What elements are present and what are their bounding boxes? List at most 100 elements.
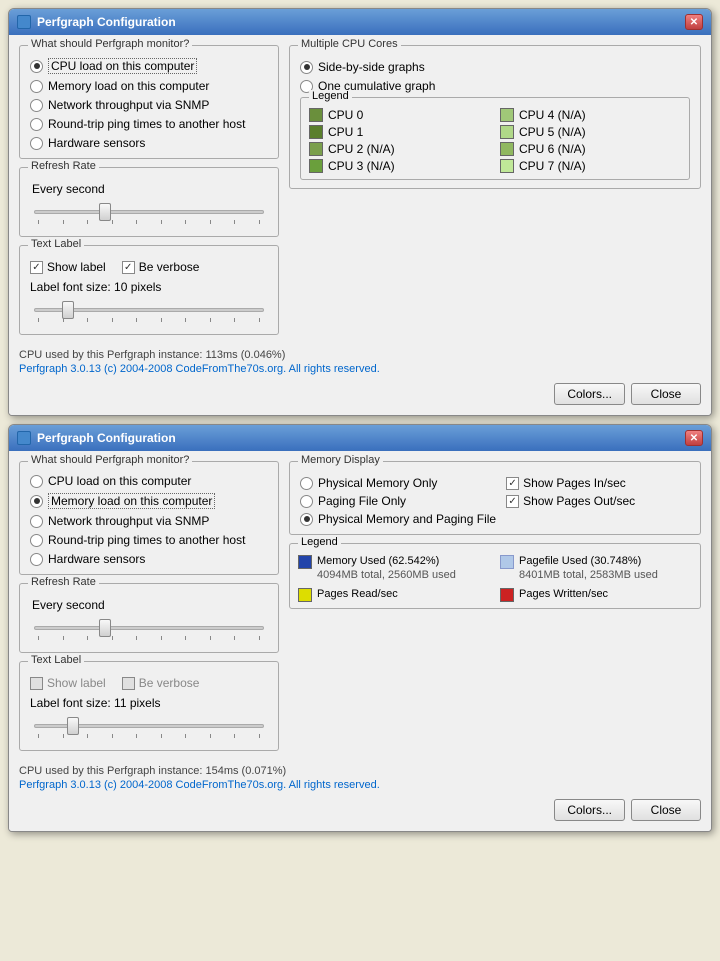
tick (38, 318, 39, 322)
radio-input-hardware-1[interactable] (30, 137, 43, 150)
be-verbose-checkbox-1[interactable] (122, 261, 135, 274)
radio-ping-2[interactable]: Round-trip ping times to another host (30, 533, 268, 547)
legend-label-cpu5: CPU 5 (N/A) (519, 125, 586, 139)
refresh-slider-thumb-2[interactable] (99, 619, 111, 637)
radio-both-input[interactable] (300, 513, 313, 526)
radio-network-1[interactable]: Network throughput via SNMP (30, 98, 268, 112)
show-pages-out-item[interactable]: Show Pages Out/sec (506, 494, 635, 508)
tick (161, 734, 162, 738)
tick (87, 636, 88, 640)
colors-button-1[interactable]: Colors... (554, 383, 625, 405)
radio-sidebyside-input-1[interactable] (300, 61, 313, 74)
radio-memory-2[interactable]: Memory load on this computer (30, 493, 268, 509)
radio-input-cpu-1[interactable] (30, 60, 43, 73)
radio-input-memory-1[interactable] (30, 80, 43, 93)
legend-pages-written-row: Pages Written/sec (500, 587, 692, 602)
refresh-slider-thumb-1[interactable] (99, 203, 111, 221)
tick (234, 734, 235, 738)
legend-pagefile-used-text: Pagefile Used (30.748%) 8401MB total, 25… (519, 554, 658, 583)
footer-buttons-2: Colors... Close (19, 799, 701, 821)
be-verbose-item-2[interactable]: Be verbose (122, 676, 200, 690)
legend-pages-read-color (298, 588, 312, 602)
refresh-slider-track-1[interactable] (34, 210, 264, 214)
font-slider-thumb-1[interactable] (62, 301, 74, 319)
radio-input-network-1[interactable] (30, 99, 43, 112)
tick (63, 636, 64, 640)
tick (234, 636, 235, 640)
be-verbose-text-2: Be verbose (139, 676, 200, 690)
be-verbose-item-1[interactable]: Be verbose (122, 260, 200, 274)
legend-label-cpu3: CPU 3 (N/A) (328, 159, 395, 173)
radio-network-2[interactable]: Network throughput via SNMP (30, 514, 268, 528)
memory-display-group-2: Memory Display Physical Memory Only Pagi… (289, 461, 701, 535)
show-pages-in-checkbox[interactable] (506, 477, 519, 490)
pages-read-label: Pages Read/sec (317, 587, 398, 601)
legend-item-cpu4: CPU 4 (N/A) (500, 108, 681, 122)
main-layout-1: What should Perfgraph monitor? CPU load … (19, 45, 701, 343)
show-label-text-2: Show label (47, 676, 106, 690)
legend-item-cpu5: CPU 5 (N/A) (500, 125, 681, 139)
tick (161, 636, 162, 640)
font-slider-track-2[interactable] (34, 724, 264, 728)
monitor-group-1: What should Perfgraph monitor? CPU load … (19, 45, 279, 159)
radio-ping-1[interactable]: Round-trip ping times to another host (30, 117, 268, 131)
colors-button-2[interactable]: Colors... (554, 799, 625, 821)
radio-physical-input[interactable] (300, 477, 313, 490)
radio-label-cpu-1: CPU load on this computer (48, 58, 197, 74)
legend-section-2: Legend Memory Used (62.542%) 4094MB tota… (289, 543, 701, 609)
legend-label-cpu4: CPU 4 (N/A) (519, 108, 586, 122)
radio-hardware-1[interactable]: Hardware sensors (30, 136, 268, 150)
be-verbose-checkbox-2[interactable] (122, 677, 135, 690)
show-pages-out-checkbox[interactable] (506, 495, 519, 508)
close-button-2[interactable]: Close (631, 799, 701, 821)
radio-input-ping-2[interactable] (30, 534, 43, 547)
radio-cpu-2[interactable]: CPU load on this computer (30, 474, 268, 488)
show-label-item-1[interactable]: Show label (30, 260, 106, 274)
radio-memory-1[interactable]: Memory load on this computer (30, 79, 268, 93)
font-slider-thumb-2[interactable] (67, 717, 79, 735)
radio-cumulative-1[interactable]: One cumulative graph (300, 79, 690, 93)
right-panel-2: Memory Display Physical Memory Only Pagi… (289, 461, 701, 759)
tick (136, 220, 137, 224)
radio-input-cpu-2[interactable] (30, 475, 43, 488)
show-label-item-2[interactable]: Show label (30, 676, 106, 690)
tick (63, 220, 64, 224)
legend-pagefile-used: Pagefile Used (30.748%) 8401MB total, 25… (500, 554, 692, 583)
legend-item-cpu0: CPU 0 (309, 108, 490, 122)
memory-used-sublabel: 4094MB total, 2560MB used (317, 568, 456, 582)
monitor-group-title-1: What should Perfgraph monitor? (28, 38, 192, 50)
tick (87, 318, 88, 322)
show-label-checkbox-1[interactable] (30, 261, 43, 274)
checkbox-row-1: Show label Be verbose (30, 260, 268, 274)
radio-pagefile-input[interactable] (300, 495, 313, 508)
tick (185, 318, 186, 322)
radio-input-hardware-2[interactable] (30, 553, 43, 566)
font-size-label-1: Label font size: 10 pixels (30, 280, 268, 294)
text-label-group-2: Text Label Show label Be verbose (19, 661, 279, 751)
memory-radio-group-2: Physical Memory Only Paging File Only Ph… (300, 476, 496, 526)
refresh-slider-container-2 (30, 616, 268, 644)
show-label-checkbox-2[interactable] (30, 677, 43, 690)
title-close-btn-1[interactable]: ✕ (685, 14, 703, 30)
radio-input-network-2[interactable] (30, 515, 43, 528)
title-bar-2: Perfgraph Configuration ✕ (9, 425, 711, 451)
radio-both-2[interactable]: Physical Memory and Paging File (300, 512, 496, 526)
legend-label-cpu0: CPU 0 (328, 108, 363, 122)
radio-sidebyside-1[interactable]: Side-by-side graphs (300, 60, 690, 74)
font-slider-track-1[interactable] (34, 308, 264, 312)
radio-physical-2[interactable]: Physical Memory Only (300, 476, 496, 490)
pagefile-used-label: Pagefile Used (30.748%) (519, 554, 658, 568)
text-label-title-1: Text Label (28, 238, 84, 250)
radio-input-memory-2[interactable] (30, 495, 43, 508)
title-close-btn-2[interactable]: ✕ (685, 430, 703, 446)
radio-input-ping-1[interactable] (30, 118, 43, 131)
close-button-1[interactable]: Close (631, 383, 701, 405)
radio-cpu-1[interactable]: CPU load on this computer (30, 58, 268, 74)
refresh-group-1: Refresh Rate Every second (19, 167, 279, 237)
refresh-slider-track-2[interactable] (34, 626, 264, 630)
footer-buttons-1: Colors... Close (19, 383, 701, 405)
radio-pagefile-2[interactable]: Paging File Only (300, 494, 496, 508)
show-pages-in-item[interactable]: Show Pages In/sec (506, 476, 635, 490)
tick (161, 318, 162, 322)
radio-hardware-2[interactable]: Hardware sensors (30, 552, 268, 566)
